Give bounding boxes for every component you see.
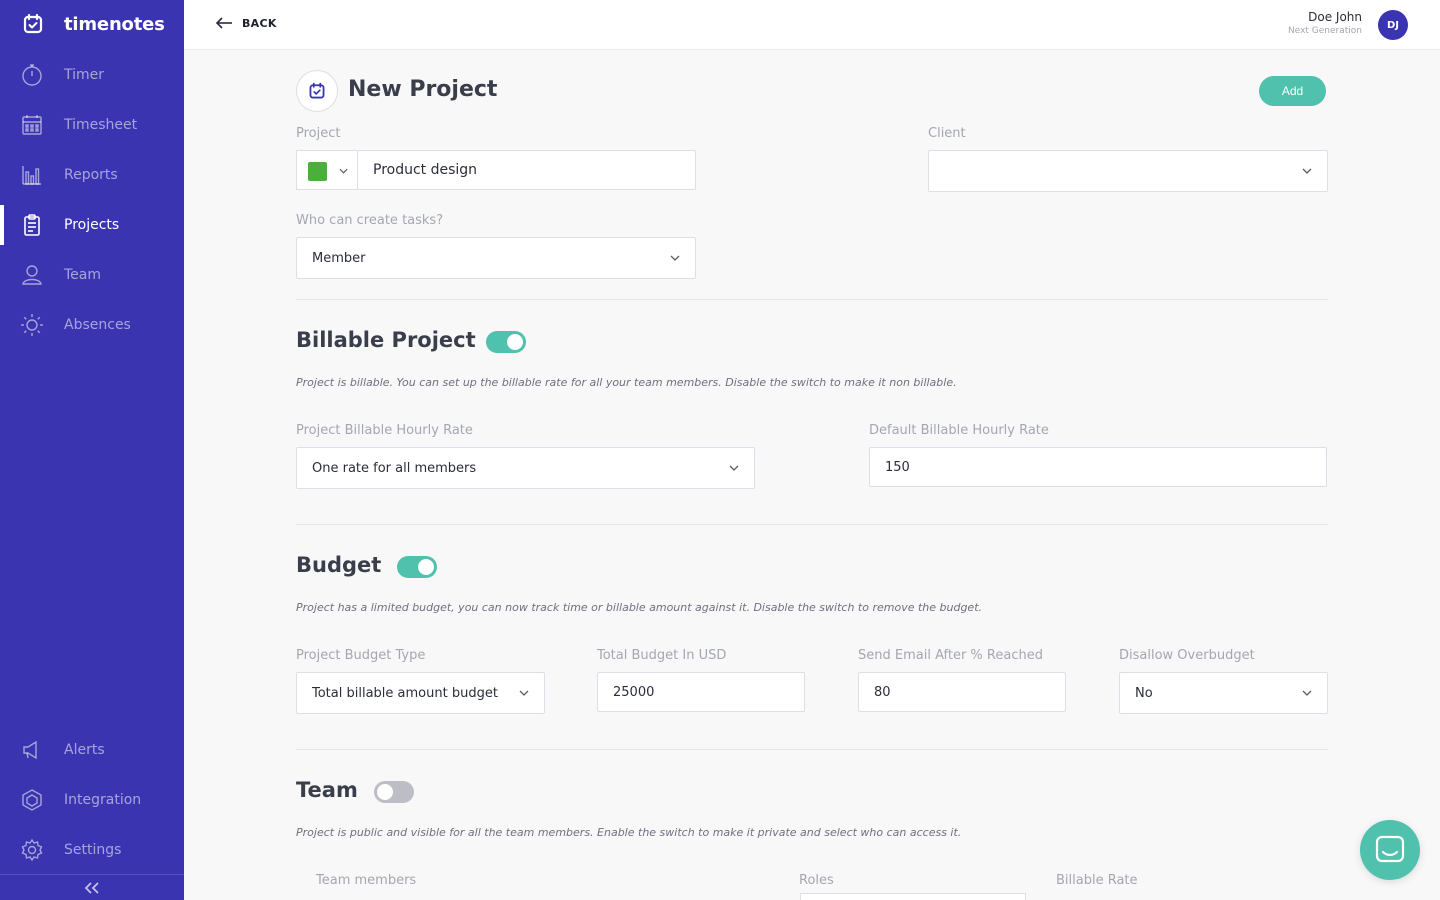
toggle-knob	[507, 334, 523, 350]
calendar-check-icon	[309, 82, 325, 99]
chat-widget-button[interactable]	[1360, 820, 1420, 880]
total-budget-label: Total Budget In USD	[597, 648, 727, 663]
sidebar-item-projects[interactable]: Projects	[0, 205, 184, 245]
sidebar-item-reports[interactable]: Reports	[0, 155, 184, 195]
user-name: Doe John	[1308, 10, 1362, 24]
stopwatch-icon	[22, 64, 42, 86]
divider	[296, 749, 1328, 750]
total-budget-input[interactable]: 25000	[597, 672, 805, 712]
user-icon	[22, 265, 42, 285]
chevron-down-icon	[519, 690, 529, 696]
team-column-billable-rate: Billable Rate	[1056, 873, 1138, 888]
chevron-down-icon	[1302, 690, 1312, 696]
budget-type-label: Project Budget Type	[296, 648, 426, 663]
budget-section-title: Budget	[296, 553, 382, 577]
collapse-sidebar-button[interactable]	[0, 874, 184, 900]
billable-description: Project is billable. You can set up the …	[296, 376, 957, 389]
billable-toggle[interactable]	[486, 331, 526, 353]
chevron-down-icon	[339, 168, 348, 174]
sidebar-item-label: Integration	[64, 792, 142, 808]
user-info[interactable]: Doe John Next Generation	[1288, 10, 1362, 36]
sidebar-item-alerts[interactable]: Alerts	[0, 730, 184, 770]
sidebar-item-team[interactable]: Team	[0, 255, 184, 295]
page-title: New Project	[348, 77, 498, 102]
role-select-partial[interactable]	[800, 893, 1026, 900]
team-section-title: Team	[296, 778, 358, 802]
billable-rate-type-label: Project Billable Hourly Rate	[296, 423, 473, 438]
sidebar: timenotes Timer Timesheet Reports Projec…	[0, 0, 184, 900]
sidebar-item-label: Absences	[64, 317, 131, 333]
sidebar-item-label: Timer	[64, 67, 105, 83]
color-swatch	[308, 162, 327, 181]
toggle-knob	[377, 784, 393, 800]
divider	[296, 524, 1328, 525]
toggle-knob	[418, 559, 434, 575]
budget-type-select[interactable]: Total billable amount budget	[296, 672, 545, 714]
brand-name: timenotes	[64, 13, 165, 35]
chevron-down-icon	[1302, 168, 1312, 174]
email-threshold-input[interactable]: 80	[858, 672, 1066, 712]
sun-icon	[21, 314, 43, 336]
default-rate-label: Default Billable Hourly Rate	[869, 423, 1049, 438]
sidebar-item-label: Projects	[64, 217, 120, 233]
tasks-label: Who can create tasks?	[296, 213, 444, 228]
gear-icon	[21, 838, 43, 862]
budget-description: Project has a limited budget, you can no…	[296, 601, 983, 614]
calendar-check-icon	[23, 13, 43, 34]
back-label: BACK	[242, 16, 277, 30]
sidebar-item-label: Reports	[64, 167, 118, 183]
sidebar-item-timesheet[interactable]: Timesheet	[0, 105, 184, 145]
user-organization: Next Generation	[1287, 26, 1362, 36]
clipboard-icon	[24, 214, 40, 236]
project-label: Project	[296, 126, 341, 141]
add-button[interactable]: Add	[1259, 76, 1326, 106]
sidebar-item-integration[interactable]: Integration	[0, 780, 184, 820]
overbudget-select[interactable]: No	[1119, 672, 1328, 714]
arrow-left-icon	[215, 17, 232, 29]
brand-logo[interactable]: timenotes	[22, 12, 165, 36]
sidebar-item-label: Alerts	[64, 742, 105, 758]
back-button[interactable]: BACK	[214, 13, 277, 33]
budget-toggle[interactable]	[397, 556, 437, 578]
avatar[interactable]: DJ	[1378, 10, 1408, 40]
team-column-members: Team members	[316, 873, 417, 888]
overbudget-label: Disallow Overbudget	[1119, 648, 1255, 663]
client-select[interactable]	[928, 150, 1328, 192]
integration-icon	[22, 789, 42, 811]
bar-chart-icon	[22, 166, 41, 185]
sidebar-item-label: Timesheet	[64, 117, 138, 133]
sidebar-item-timer[interactable]: Timer	[0, 55, 184, 95]
sidebar-item-label: Team	[64, 267, 102, 283]
project-name-input[interactable]: Product design	[357, 150, 696, 190]
email-threshold-label: Send Email After % Reached	[858, 648, 1043, 663]
chat-icon	[1375, 835, 1405, 863]
team-toggle[interactable]	[374, 781, 414, 803]
team-column-roles: Roles	[799, 873, 834, 888]
team-description: Project is public and visible for all th…	[296, 826, 962, 839]
sidebar-item-absences[interactable]: Absences	[0, 305, 184, 345]
tasks-permission-select[interactable]: Member	[296, 237, 696, 279]
megaphone-icon	[23, 740, 37, 760]
billable-section-title: Billable Project	[296, 328, 476, 352]
billable-rate-type-select[interactable]: One rate for all members	[296, 447, 755, 489]
sidebar-item-settings[interactable]: Settings	[0, 830, 184, 870]
top-header: BACK Doe John Next Generation DJ	[184, 0, 1440, 50]
project-badge	[296, 70, 338, 112]
sidebar-item-label: Settings	[64, 842, 122, 858]
divider	[296, 299, 1328, 300]
default-rate-input[interactable]: 150	[869, 447, 1327, 487]
project-color-picker[interactable]	[296, 150, 357, 190]
chevron-down-icon	[670, 255, 680, 261]
client-label: Client	[928, 126, 966, 141]
calendar-grid-icon	[22, 115, 42, 135]
chevron-down-icon	[729, 465, 739, 471]
double-chevron-left-icon	[84, 881, 99, 894]
